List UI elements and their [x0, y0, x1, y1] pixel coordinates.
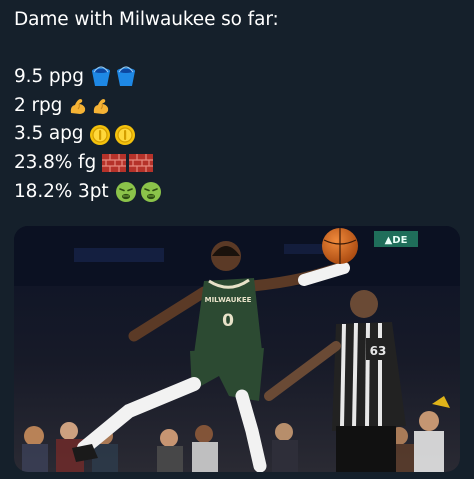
stat-text: 18.2% 3pt [14, 180, 109, 202]
flexed-biceps-icon [68, 96, 111, 116]
stat-line-ppg: 9.5 ppg [14, 63, 460, 92]
tweet-text: Dame with Milwaukee so far: 9.5 ppg 2 rp… [14, 6, 460, 206]
coin-icon [89, 124, 136, 146]
stat-line-rpg: 2 rpg [14, 92, 460, 121]
referee-number-text: 63 [370, 344, 387, 358]
stat-line-fg: 23.8% fg [14, 149, 460, 178]
jersey-number-text: 0 [222, 311, 234, 331]
stat-line-3pt: 18.2% 3pt [14, 178, 460, 207]
stat-text: 3.5 apg [14, 123, 84, 145]
stat-line-apg: 3.5 apg [14, 120, 460, 149]
jersey-team-text: MILWAUKEE [205, 296, 252, 304]
nauseated-face-icon [115, 181, 162, 203]
tweet-photo[interactable]: ▲DE MILWAUKEE 0 63 [14, 226, 460, 472]
arena-sign-text: ▲DE [385, 235, 408, 246]
stat-text: 2 rpg [14, 94, 63, 116]
stat-text: 23.8% fg [14, 151, 97, 173]
brick-icon [102, 154, 154, 173]
tweet-title: Dame with Milwaukee so far: [14, 9, 279, 30]
stat-text: 9.5 ppg [14, 66, 84, 88]
basketball-photo: ▲DE MILWAUKEE 0 63 [14, 226, 460, 472]
bucket-icon [90, 66, 137, 88]
